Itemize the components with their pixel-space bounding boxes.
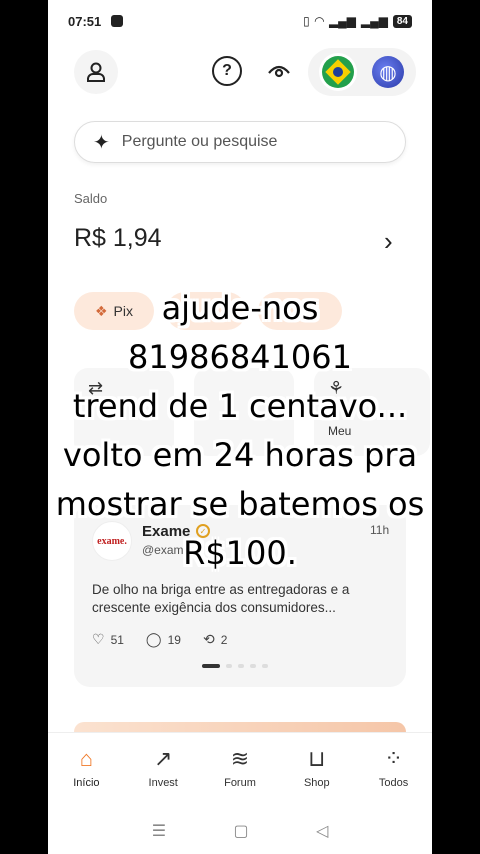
comment-icon: ◯ xyxy=(145,631,162,647)
bottom-nav: ⌂ Início ↗ Invest ≋ Forum ⊔ Shop ⁘ Todos xyxy=(48,732,432,802)
caption-line: 81986841061 xyxy=(128,338,352,376)
chevron-right-icon[interactable]: › xyxy=(384,226,393,257)
wifi-icon: ◠ xyxy=(314,14,324,28)
home-icon: ⌂ xyxy=(79,745,94,771)
caption-line: volto em 24 horas pra xyxy=(62,436,418,474)
balance-value[interactable]: R$ 1,94 xyxy=(74,224,162,253)
globe-icon[interactable]: ◍ xyxy=(372,56,404,88)
repost-button[interactable]: ⟲ 2 xyxy=(203,631,227,648)
back-icon[interactable]: ◁ xyxy=(316,821,328,841)
nav-label: Todos xyxy=(378,776,409,789)
battery-icon: 84 xyxy=(392,14,412,28)
nav-forum[interactable]: ≋ Forum xyxy=(202,733,279,802)
carousel-dot xyxy=(262,664,268,668)
carousel-dot xyxy=(226,664,232,668)
nav-label: Shop xyxy=(303,776,330,789)
sparkle-icon: ✦ xyxy=(93,131,110,154)
like-count: 51 xyxy=(110,632,124,647)
eye-icon[interactable] xyxy=(264,56,294,86)
notification-icon xyxy=(111,15,124,27)
cart-icon: ⊔ xyxy=(308,745,326,771)
status-bar: 07:51 ▯ ◠ ▂▄▆ ▂▄▆ 84 xyxy=(48,0,432,42)
nav-label: Forum xyxy=(224,776,256,789)
search-placeholder: Pergunte ou pesquise xyxy=(121,133,278,150)
comment-count: 19 xyxy=(167,632,181,647)
home-button-icon[interactable]: ▢ xyxy=(233,821,248,841)
signal-icon-2: ▂▄▆ xyxy=(360,14,388,28)
repost-icon: ⟲ xyxy=(202,631,215,647)
repost-count: 2 xyxy=(220,632,228,647)
flag-circle xyxy=(333,67,343,77)
nav-label: Início xyxy=(73,776,100,789)
carousel-dot xyxy=(238,664,244,668)
caption-line: mostrar se batemos os xyxy=(55,485,425,523)
overlay-caption: ajude-nos 81986841061 trend de 1 centavo… xyxy=(0,284,480,578)
comment-button[interactable]: ◯ 19 xyxy=(146,631,181,648)
caption-line: trend de 1 centavo... xyxy=(72,387,408,425)
post-actions: ♡ 51 ◯ 19 ⟲ 2 xyxy=(92,631,227,648)
user-icon[interactable] xyxy=(74,50,118,94)
post-text[interactable]: De olho na briga entre as entregadoras e… xyxy=(92,581,402,617)
forum-icon: ≋ xyxy=(230,745,250,771)
signal-icon: ▂▄▆ xyxy=(328,14,356,28)
carousel-dot xyxy=(250,664,256,668)
heart-icon: ♡ xyxy=(92,631,105,647)
status-time: 07:51 xyxy=(68,13,102,29)
caption-line: R$100. xyxy=(183,534,297,572)
user-icon-svg xyxy=(87,62,105,82)
like-button[interactable]: ♡ 51 xyxy=(92,631,124,648)
vibrate-icon: ▯ xyxy=(303,14,310,28)
nav-shop[interactable]: ⊔ Shop xyxy=(278,733,355,802)
nav-todos[interactable]: ⁘ Todos xyxy=(355,733,432,802)
grid-icon: ⁘ xyxy=(384,745,403,771)
flag-diamond xyxy=(325,59,351,85)
recents-icon[interactable]: ☰ xyxy=(152,821,166,841)
nav-invest[interactable]: ↗ Invest xyxy=(125,733,202,802)
carousel-dot-active xyxy=(202,664,220,668)
help-icon[interactable]: ? xyxy=(212,56,242,86)
carousel-dots xyxy=(202,664,268,668)
nav-label: Invest xyxy=(148,776,178,789)
eye-icon-svg xyxy=(268,65,290,78)
caption-line: ajude-nos xyxy=(161,289,319,327)
system-nav-bar: ☰ ▢ ◁ xyxy=(48,808,432,854)
nav-inicio[interactable]: ⌂ Início xyxy=(48,733,125,802)
status-right: ▯ ◠ ▂▄▆ ▂▄▆ 84 xyxy=(303,14,412,28)
balance-label: Saldo xyxy=(74,191,108,206)
brazil-flag-icon[interactable] xyxy=(322,56,354,88)
chart-icon: ↗ xyxy=(153,745,173,771)
search-bar[interactable]: ✦ Pergunte ou pesquise xyxy=(74,121,406,163)
top-header: ? ◍ xyxy=(72,48,416,96)
